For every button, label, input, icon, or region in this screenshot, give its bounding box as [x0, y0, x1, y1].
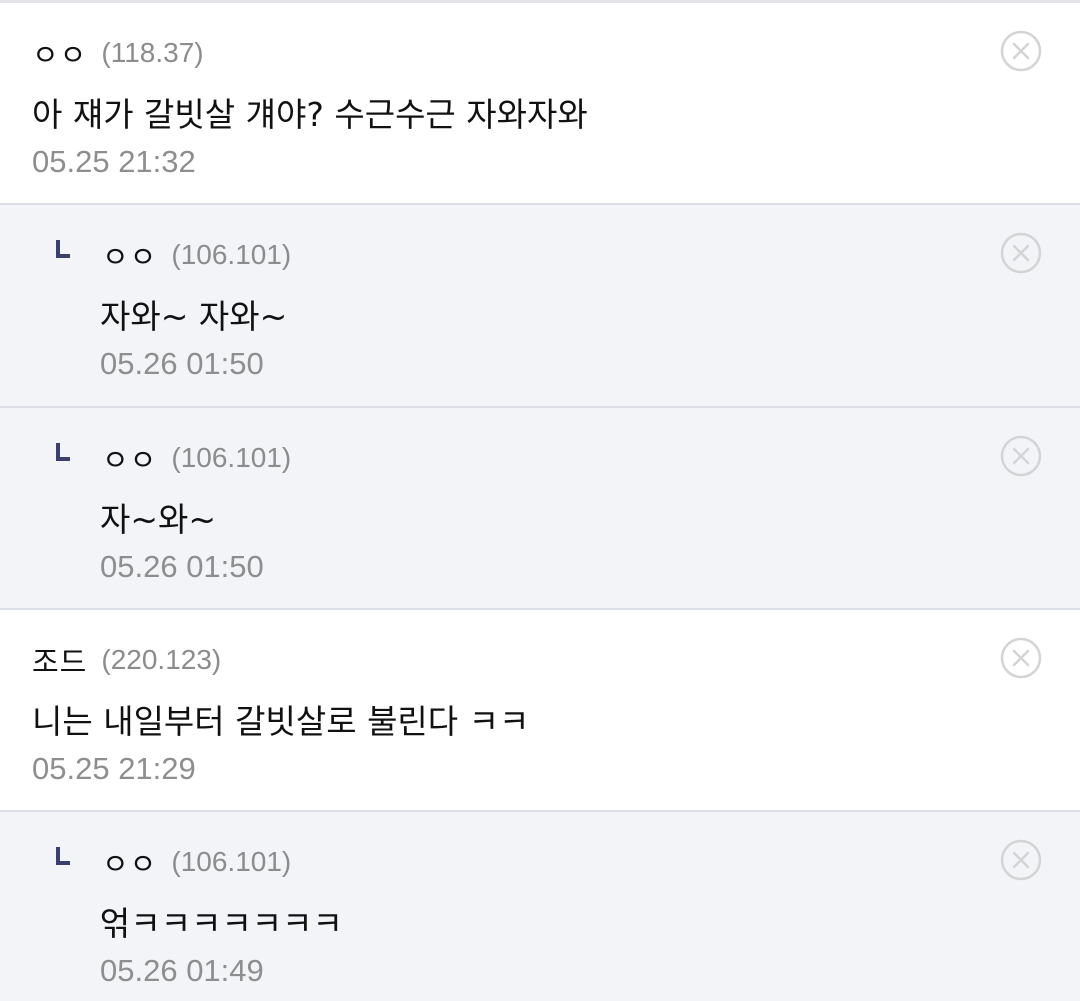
delete-comment-button[interactable]: [1000, 435, 1042, 477]
comment-header: ㅇㅇ (106.101): [52, 235, 291, 275]
comment-ip: (220.123): [101, 644, 222, 675]
comment-text: 니는 내일부터 갈빗살로 불린다 ㅋㅋ: [32, 702, 530, 741]
comment-text: 얶ㅋㅋㅋㅋㅋㅋㅋ: [100, 904, 343, 943]
comment-header: ㅇㅇ (118.37): [32, 33, 204, 73]
comment-nickname[interactable]: ㅇㅇ: [102, 437, 157, 479]
comment-item: 조드 (220.123) 니는 내일부터 갈빗살로 불린다 ㅋㅋ 05.25 2…: [0, 610, 1080, 812]
close-circle-icon: [1000, 30, 1042, 72]
comment-ip: (106.101): [171, 239, 292, 270]
reply-item: ㅇㅇ (106.101) 자와~ 자와~ 05.26 01:50: [0, 205, 1080, 408]
comment-nickname[interactable]: ㅇㅇ: [102, 841, 157, 883]
comment-text: 자~와~: [100, 500, 217, 539]
comment-header: ㅇㅇ (106.101): [52, 438, 291, 478]
comment-timestamp: 05.25 21:32: [32, 144, 196, 179]
reply-arrow-icon: [52, 240, 70, 258]
reply-arrow-icon: [52, 443, 70, 461]
comment-text: 자와~ 자와~: [100, 297, 288, 336]
delete-comment-button[interactable]: [1000, 637, 1042, 679]
reply-arrow-icon: [52, 847, 70, 865]
comment-ip: (118.37): [101, 37, 204, 68]
close-circle-icon: [1000, 839, 1042, 881]
comment-timestamp: 05.26 01:49: [100, 953, 264, 988]
delete-comment-button[interactable]: [1000, 839, 1042, 881]
comment-ip: (106.101): [171, 442, 292, 473]
comment-timestamp: 05.26 01:50: [100, 346, 264, 381]
comment-timestamp: 05.25 21:29: [32, 751, 196, 786]
reply-item: ㅇㅇ (106.101) 얶ㅋㅋㅋㅋㅋㅋㅋ 05.26 01:49: [0, 812, 1080, 1001]
comment-timestamp: 05.26 01:50: [100, 549, 264, 584]
delete-comment-button[interactable]: [1000, 232, 1042, 274]
comment-header: 조드 (220.123): [32, 640, 221, 680]
comment-header: ㅇㅇ (106.101): [52, 842, 291, 882]
reply-item: ㅇㅇ (106.101) 자~와~ 05.26 01:50: [0, 408, 1080, 610]
close-circle-icon: [1000, 637, 1042, 679]
close-circle-icon: [1000, 232, 1042, 274]
comment-nickname[interactable]: ㅇㅇ: [32, 32, 87, 74]
comment-nickname[interactable]: ㅇㅇ: [102, 234, 157, 276]
comment-item: ㅇㅇ (118.37) 아 쟤가 갈빗살 걔야? 수근수근 자와자와 05.25…: [0, 3, 1080, 205]
comment-text: 아 쟤가 갈빗살 걔야? 수근수근 자와자와: [32, 95, 588, 134]
comment-ip: (106.101): [171, 846, 292, 877]
close-circle-icon: [1000, 435, 1042, 477]
comment-nickname[interactable]: 조드: [32, 639, 87, 681]
delete-comment-button[interactable]: [1000, 30, 1042, 72]
